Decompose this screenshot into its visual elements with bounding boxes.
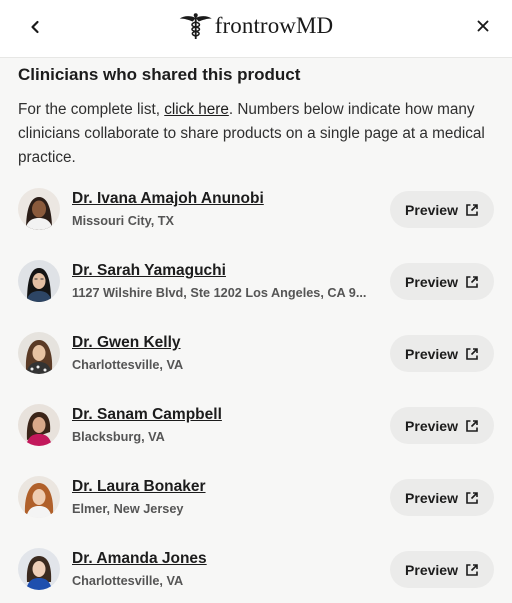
clinician-name-link[interactable]: Dr. Sanam Campbell [72, 405, 372, 425]
clinician-info: Dr. Ivana Amajoh Anunobi Missouri City, … [72, 189, 372, 231]
avatar [18, 548, 60, 590]
clinician-location: Elmer, New Jersey [72, 502, 184, 516]
clinician-name-link[interactable]: Dr. Gwen Kelly [72, 333, 372, 353]
external-link-icon [466, 275, 478, 288]
preview-button[interactable]: Preview [390, 551, 494, 588]
clinician-location: Charlottesville, VA [72, 574, 184, 588]
preview-label: Preview [405, 273, 458, 290]
external-link-icon [466, 419, 478, 432]
clinician-row: Dr. Laura Bonaker Elmer, New Jersey Prev… [18, 476, 494, 548]
preview-label: Preview [405, 201, 458, 218]
external-link-icon [466, 203, 478, 216]
clinician-name-link[interactable]: Dr. Laura Bonaker [72, 477, 372, 497]
preview-button[interactable]: Preview [390, 479, 494, 516]
intro-text-before: For the complete list, [18, 101, 165, 118]
clinician-row: Dr. Amanda Jones Charlottesville, VA Pre… [18, 548, 494, 603]
caduceus-icon [179, 13, 212, 39]
logo-text: frontrowMD [214, 13, 334, 38]
close-button[interactable] [470, 13, 496, 39]
avatar [18, 404, 60, 446]
preview-button[interactable]: Preview [390, 335, 494, 372]
clinician-list: Dr. Ivana Amajoh Anunobi Missouri City, … [18, 188, 494, 603]
preview-button[interactable]: Preview [390, 407, 494, 444]
clinician-location: Charlottesville, VA [72, 358, 184, 372]
intro-text: For the complete list, click here. Numbe… [18, 98, 488, 170]
back-button[interactable] [22, 14, 48, 40]
clinician-name-link[interactable]: Dr. Amanda Jones [72, 549, 372, 569]
avatar [18, 260, 60, 302]
complete-list-link[interactable]: click here [164, 101, 229, 118]
section-title: Clinicians who shared this product [18, 65, 301, 84]
preview-label: Preview [405, 417, 458, 434]
clinician-info: Dr. Gwen Kelly Charlottesville, VA [72, 333, 372, 375]
clinician-info: Dr. Amanda Jones Charlottesville, VA [72, 549, 372, 591]
close-icon [477, 20, 489, 32]
avatar [18, 476, 60, 518]
external-link-icon [466, 347, 478, 360]
preview-button[interactable]: Preview [390, 191, 494, 228]
avatar [18, 332, 60, 374]
clinician-name-link[interactable]: Dr. Ivana Amajoh Anunobi [72, 189, 372, 209]
clinician-info: Dr. Laura Bonaker Elmer, New Jersey [72, 477, 372, 519]
clinician-location: Blacksburg, VA [72, 430, 165, 444]
clinician-location: 1127 Wilshire Blvd, Ste 1202 Los Angeles… [72, 286, 367, 300]
chevron-left-icon [31, 20, 39, 34]
external-link-icon [466, 563, 478, 576]
clinician-name-link[interactable]: Dr. Sarah Yamaguchi [72, 261, 372, 281]
frontrowmd-logo: frontrowMD [179, 12, 334, 40]
preview-button[interactable]: Preview [390, 263, 494, 300]
external-link-icon [466, 491, 478, 504]
modal-header: frontrowMD [0, 0, 512, 58]
clinician-row: Dr. Ivana Amajoh Anunobi Missouri City, … [18, 188, 494, 260]
modal-content: Clinicians who shared this product For t… [0, 63, 512, 603]
clinician-location: Missouri City, TX [72, 214, 174, 228]
preview-label: Preview [405, 345, 458, 362]
avatar [18, 188, 60, 230]
clinician-row: Dr. Sanam Campbell Blacksburg, VA Previe… [18, 404, 494, 476]
clinician-info: Dr. Sarah Yamaguchi 1127 Wilshire Blvd, … [72, 261, 372, 303]
clinician-row: Dr. Gwen Kelly Charlottesville, VA Previ… [18, 332, 494, 404]
clinician-row: Dr. Sarah Yamaguchi 1127 Wilshire Blvd, … [18, 260, 494, 332]
clinician-info: Dr. Sanam Campbell Blacksburg, VA [72, 405, 372, 447]
preview-label: Preview [405, 561, 458, 578]
preview-label: Preview [405, 489, 458, 506]
